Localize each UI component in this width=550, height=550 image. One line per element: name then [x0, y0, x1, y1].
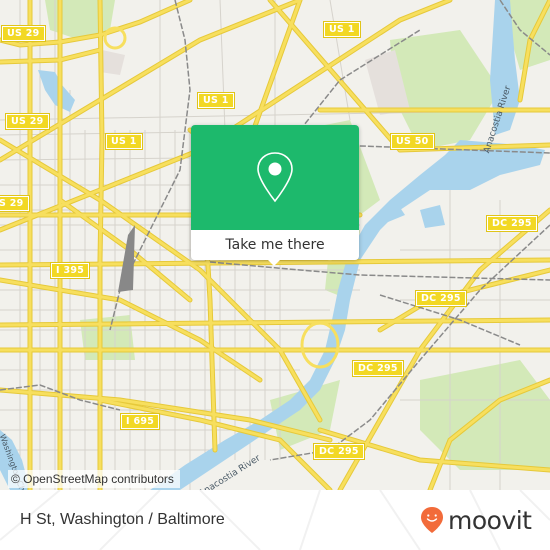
- map-view[interactable]: US 29 US 29 US 29 US 1 US 1 US 1 US 50 D…: [0, 0, 550, 490]
- moovit-logo[interactable]: moovit: [420, 490, 532, 550]
- route-shield-us1: US 1: [105, 133, 143, 150]
- route-shield-i395: I 395: [49, 262, 91, 279]
- footer-bar: H St, Washington / Baltimore moovit: [0, 490, 550, 550]
- route-shield-dc295: DC 295: [415, 290, 467, 307]
- route-shield-us1: US 1: [323, 21, 361, 38]
- moovit-wordmark: moovit: [448, 505, 532, 535]
- rail-yard: [118, 225, 135, 292]
- route-shield-dc295: DC 295: [352, 360, 404, 377]
- route-shield-us29: US 29: [1, 25, 46, 42]
- route-shield-dc295: DC 295: [313, 443, 365, 460]
- map-pin-icon: [257, 152, 293, 203]
- route-shield-us29: US 29: [0, 195, 30, 212]
- route-shield-us50: US 50: [390, 133, 435, 150]
- route-shield-dc295: DC 295: [486, 215, 538, 232]
- route-shield-us29: US 29: [5, 113, 50, 130]
- map-attribution[interactable]: © OpenStreetMap contributors: [8, 470, 180, 488]
- route-shield-us1: US 1: [197, 92, 235, 109]
- popup-header: [191, 125, 359, 230]
- popup-pointer: [267, 259, 281, 266]
- moovit-pin-smiley-icon: [421, 507, 443, 533]
- take-me-there-button[interactable]: Take me there: [191, 230, 359, 260]
- location-popup: Take me there: [191, 125, 359, 266]
- route-shield-i695: I 695: [119, 413, 161, 430]
- place-title: H St, Washington / Baltimore: [20, 511, 225, 528]
